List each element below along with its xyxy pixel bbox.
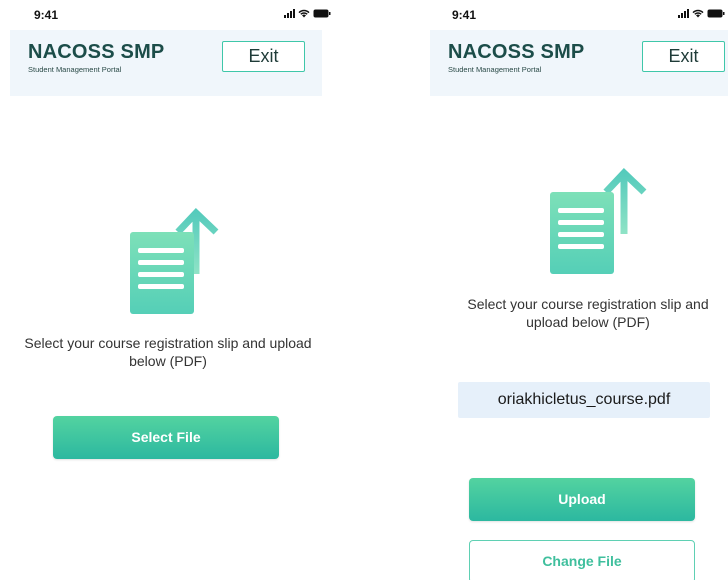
- brand: NACOSS SMP Student Management Portal: [28, 40, 164, 74]
- battery-icon: [313, 9, 331, 18]
- document-upload-icon: [130, 208, 219, 314]
- exit-button[interactable]: Exit: [222, 41, 305, 72]
- upload-instructions: Select your course registration slip and…: [24, 335, 312, 369]
- upload-button[interactable]: Upload: [469, 478, 695, 521]
- change-file-button[interactable]: Change File: [469, 540, 695, 580]
- app-title: NACOSS SMP: [28, 41, 165, 63]
- battery-icon: [707, 9, 725, 18]
- app-subtitle: Student Management Portal: [28, 65, 122, 74]
- status-bar: 9:41: [420, 0, 728, 30]
- select-file-button[interactable]: Select File: [53, 416, 279, 459]
- status-time: 9:41: [34, 8, 59, 22]
- app-header: NACOSS SMP Student Management Portal Exi…: [430, 30, 728, 96]
- upload-instructions: Select your course registration slip and…: [467, 296, 709, 330]
- status-icons: [284, 9, 331, 18]
- status-time: 9:41: [452, 8, 477, 22]
- exit-button[interactable]: Exit: [642, 41, 725, 72]
- selected-file-name: oriakhicletus_course.pdf: [458, 382, 710, 418]
- status-bar: 9:41: [0, 0, 340, 30]
- document-upload-icon: [550, 168, 647, 274]
- app-subtitle: Student Management Portal: [448, 65, 542, 74]
- signal-icon: [284, 9, 295, 18]
- select-file-screen: 9:41 NACOSS SMP Student Management Porta…: [0, 0, 340, 580]
- app-header: NACOSS SMP Student Management Portal Exi…: [10, 30, 322, 96]
- wifi-icon: [692, 9, 704, 18]
- upload-file-screen: 9:41 NACOSS SMP Student Management Porta…: [420, 0, 728, 580]
- brand: NACOSS SMP Student Management Portal: [448, 40, 584, 74]
- status-icons: [678, 9, 725, 18]
- app-title: NACOSS SMP: [448, 41, 585, 63]
- wifi-icon: [298, 9, 310, 18]
- signal-icon: [678, 9, 689, 18]
